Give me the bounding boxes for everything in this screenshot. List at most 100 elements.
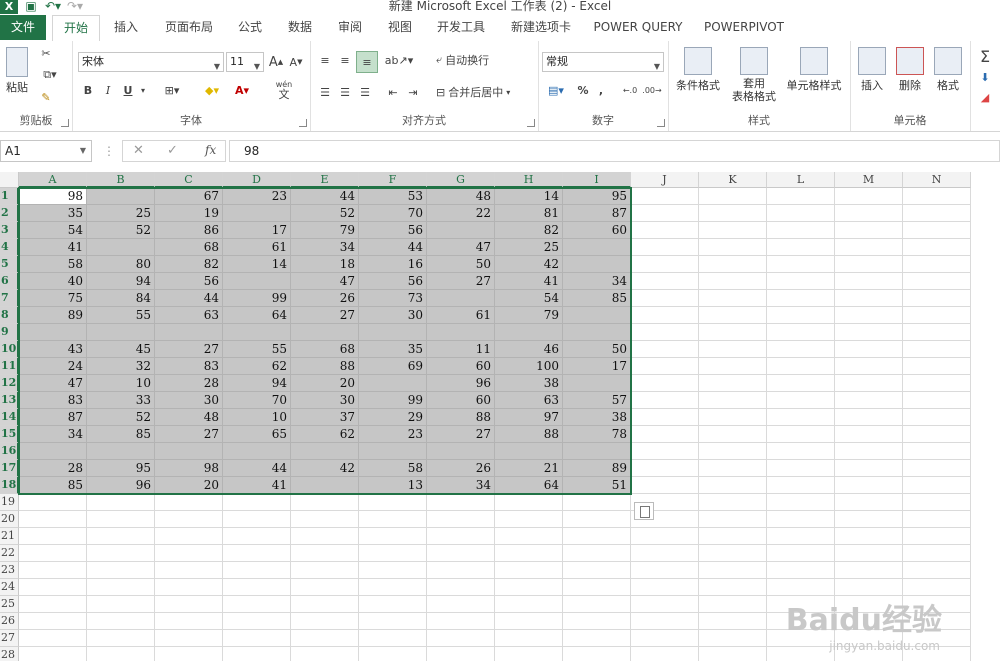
cell-g20[interactable]: [427, 511, 495, 528]
cell-a2[interactable]: 35: [19, 205, 87, 222]
cell-n21[interactable]: [903, 528, 971, 545]
cell-c6[interactable]: 56: [155, 273, 223, 290]
cell-f14[interactable]: 29: [359, 409, 427, 426]
cell-k7[interactable]: [699, 290, 767, 307]
cell-i18[interactable]: 51: [563, 477, 631, 494]
cell-g3[interactable]: [427, 222, 495, 239]
quick-analysis-icon[interactable]: [634, 502, 654, 520]
row-header-28[interactable]: 28: [0, 647, 19, 661]
cell-c23[interactable]: [155, 562, 223, 579]
cell-f13[interactable]: 99: [359, 392, 427, 409]
cell-k26[interactable]: [699, 613, 767, 630]
cell-f4[interactable]: 44: [359, 239, 427, 256]
cell-e23[interactable]: [291, 562, 359, 579]
cell-h27[interactable]: [495, 630, 563, 647]
align-top-icon[interactable]: ≡: [316, 51, 334, 69]
cell-a21[interactable]: [19, 528, 87, 545]
merge-center-button[interactable]: ⊟ 合并后居中 ▾: [436, 83, 534, 101]
cell-n16[interactable]: [903, 443, 971, 460]
cell-j13[interactable]: [631, 392, 699, 409]
cell-a8[interactable]: 89: [19, 307, 87, 324]
cell-c8[interactable]: 63: [155, 307, 223, 324]
cell-j2[interactable]: [631, 205, 699, 222]
cell-d25[interactable]: [223, 596, 291, 613]
cell-c9[interactable]: [155, 324, 223, 341]
cell-n23[interactable]: [903, 562, 971, 579]
cell-e8[interactable]: 27: [291, 307, 359, 324]
cell-g21[interactable]: [427, 528, 495, 545]
cell-f16[interactable]: [359, 443, 427, 460]
row-header-16[interactable]: 16: [0, 443, 19, 460]
cell-a20[interactable]: [19, 511, 87, 528]
cell-l20[interactable]: [767, 511, 835, 528]
cell-e25[interactable]: [291, 596, 359, 613]
column-header-e[interactable]: E: [291, 172, 359, 188]
row-header-18[interactable]: 18: [0, 477, 19, 494]
cell-i27[interactable]: [563, 630, 631, 647]
cell-c13[interactable]: 30: [155, 392, 223, 409]
cell-j10[interactable]: [631, 341, 699, 358]
cell-d16[interactable]: [223, 443, 291, 460]
cell-b21[interactable]: [87, 528, 155, 545]
cell-i8[interactable]: [563, 307, 631, 324]
conditional-format-button[interactable]: 条件格式: [672, 47, 724, 93]
cell-e20[interactable]: [291, 511, 359, 528]
cell-b1[interactable]: [87, 188, 155, 205]
cell-n24[interactable]: [903, 579, 971, 596]
cell-c14[interactable]: 48: [155, 409, 223, 426]
cell-e18[interactable]: [291, 477, 359, 494]
cell-k1[interactable]: [699, 188, 767, 205]
italic-button[interactable]: I: [100, 81, 116, 99]
cell-h2[interactable]: 81: [495, 205, 563, 222]
cell-g18[interactable]: 34: [427, 477, 495, 494]
cell-l5[interactable]: [767, 256, 835, 273]
cell-a28[interactable]: [19, 647, 87, 661]
row-header-9[interactable]: 9: [0, 324, 19, 341]
cell-l19[interactable]: [767, 494, 835, 511]
column-header-k[interactable]: K: [699, 172, 767, 188]
cell-b10[interactable]: 45: [87, 341, 155, 358]
worksheet-grid[interactable]: A B C D E F G H I J K L M N 1 98 67 23 44 53 48 14 95 2 35 25 19 52…: [0, 172, 1000, 661]
font-launcher-icon[interactable]: [299, 119, 307, 127]
cell-l14[interactable]: [767, 409, 835, 426]
border-icon[interactable]: ⊞▾: [160, 81, 184, 99]
cell-b7[interactable]: 84: [87, 290, 155, 307]
align-bottom-icon[interactable]: ≡: [356, 51, 378, 73]
cell-j28[interactable]: [631, 647, 699, 661]
row-header-24[interactable]: 24: [0, 579, 19, 596]
font-color-icon[interactable]: A▾: [230, 81, 254, 99]
cell-h9[interactable]: [495, 324, 563, 341]
cell-k8[interactable]: [699, 307, 767, 324]
cell-j16[interactable]: [631, 443, 699, 460]
cell-h14[interactable]: 97: [495, 409, 563, 426]
cell-g27[interactable]: [427, 630, 495, 647]
cell-f7[interactable]: 73: [359, 290, 427, 307]
formula-input[interactable]: 98: [229, 140, 1000, 162]
orientation-icon[interactable]: ab↗▾: [385, 51, 413, 69]
cell-g9[interactable]: [427, 324, 495, 341]
cell-i25[interactable]: [563, 596, 631, 613]
cell-j23[interactable]: [631, 562, 699, 579]
row-header-5[interactable]: 5: [0, 256, 19, 273]
cell-j6[interactable]: [631, 273, 699, 290]
cell-g8[interactable]: 61: [427, 307, 495, 324]
cell-f25[interactable]: [359, 596, 427, 613]
decrease-indent-icon[interactable]: ⇤: [384, 83, 402, 101]
cell-a26[interactable]: [19, 613, 87, 630]
cell-b3[interactable]: 52: [87, 222, 155, 239]
cell-i7[interactable]: 85: [563, 290, 631, 307]
cell-g23[interactable]: [427, 562, 495, 579]
cell-b22[interactable]: [87, 545, 155, 562]
cell-j3[interactable]: [631, 222, 699, 239]
cell-l12[interactable]: [767, 375, 835, 392]
cell-j9[interactable]: [631, 324, 699, 341]
cell-e9[interactable]: [291, 324, 359, 341]
cell-j21[interactable]: [631, 528, 699, 545]
cell-i3[interactable]: 60: [563, 222, 631, 239]
cell-c16[interactable]: [155, 443, 223, 460]
cell-i21[interactable]: [563, 528, 631, 545]
cell-b18[interactable]: 96: [87, 477, 155, 494]
align-right-icon[interactable]: ☰: [356, 83, 374, 101]
autosum-icon[interactable]: Σ: [976, 47, 994, 66]
cell-d27[interactable]: [223, 630, 291, 647]
